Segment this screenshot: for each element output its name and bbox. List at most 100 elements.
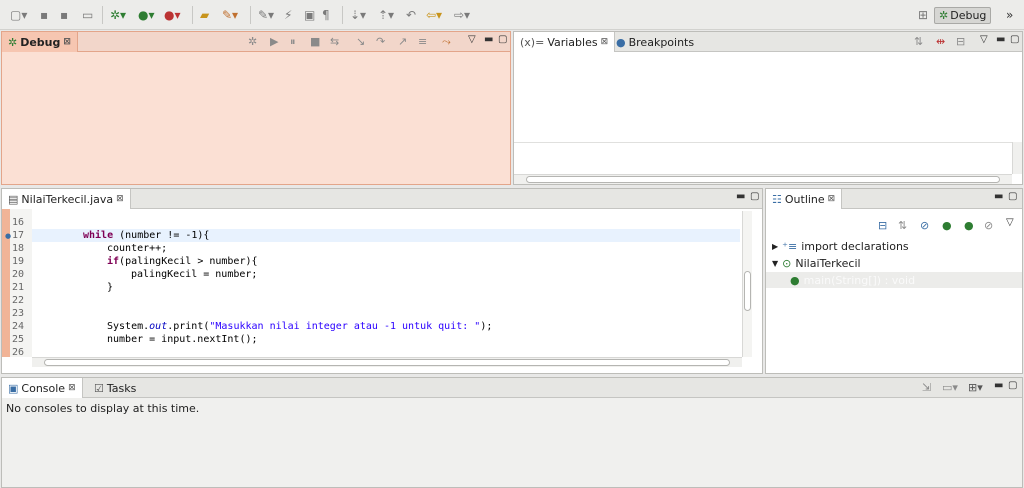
tab-console[interactable]: ▣ Console ⊠	[2, 378, 83, 398]
tasks-icon: ☑	[94, 381, 104, 395]
terminate-icon[interactable]: ■	[310, 35, 320, 48]
tab-variables[interactable]: (x)= Variables ⊠	[514, 32, 616, 52]
open-console-icon[interactable]: ⊞▾	[968, 381, 983, 394]
save-icon[interactable]: ▪	[40, 7, 48, 23]
new-icon[interactable]: ▢▾	[10, 7, 27, 23]
close-icon[interactable]: ⊠	[116, 194, 124, 204]
hide-nonpublic-icon[interactable]: ●	[964, 219, 974, 232]
code-line-20[interactable]: palingKecil = number;	[131, 269, 257, 280]
code-line-17[interactable]: while (number != -1){	[83, 230, 209, 241]
tab-outline[interactable]: ☷ Outline ⊠	[766, 189, 843, 209]
tab-breakpoints[interactable]: ● Breakpoints	[610, 32, 700, 52]
code-line-21[interactable]: }	[107, 282, 113, 293]
method-icon: ●	[790, 273, 800, 287]
line-number: 19	[12, 256, 25, 267]
line-number: 21	[12, 282, 25, 293]
hide-fields-icon[interactable]: ⊘	[920, 219, 929, 232]
maximize-icon[interactable]: ▢	[498, 34, 507, 45]
collapse-arrow-icon[interactable]: ▼	[772, 259, 778, 268]
close-icon[interactable]: ⊠	[63, 37, 71, 47]
step-return-icon[interactable]: ↗	[398, 35, 407, 48]
editor-hscroll[interactable]	[32, 357, 742, 367]
view-menu-icon[interactable]: ▽	[468, 34, 476, 45]
variables-icon: (x)=	[520, 35, 545, 49]
hide-static-icon[interactable]: ●	[942, 219, 952, 232]
class-icon: ⊙	[782, 256, 792, 270]
close-icon[interactable]: ⊠	[601, 37, 609, 47]
run-icon[interactable]: ●▾	[138, 7, 155, 23]
step-into-icon[interactable]: ↘	[356, 35, 365, 48]
external-tools-icon[interactable]: ●▾	[164, 7, 181, 23]
use-step-filters-icon[interactable]: ⤳	[442, 35, 451, 49]
pin-icon[interactable]: ⚡	[284, 7, 292, 23]
remove-terminated-icon[interactable]: ✲	[248, 35, 257, 48]
tab-tasks[interactable]: ☑ Tasks	[88, 378, 142, 398]
code-line-19[interactable]: if(palingKecil > number){	[107, 256, 258, 267]
breakpoint-icon[interactable]: ●	[5, 232, 11, 240]
minimize-icon[interactable]: ▬	[996, 34, 1005, 45]
show-logical-structure-icon[interactable]: ⇹	[936, 35, 945, 48]
forward-icon[interactable]: ⇨▾	[454, 7, 470, 23]
resume-icon[interactable]: ▶	[270, 35, 278, 48]
last-edit-icon[interactable]: ↶	[406, 7, 416, 23]
imports-icon: ⁺≡	[782, 239, 798, 253]
close-icon[interactable]: ⊠	[68, 383, 76, 393]
expand-arrow-icon[interactable]: ▶	[772, 242, 778, 251]
outline-view: ☷ Outline ⊠ ▬ ▢ ⊟ ⇅ ⊘ ● ● ⊘ ▽ ▶ ⁺≡ impor…	[765, 188, 1023, 374]
debug-perspective-button[interactable]: ✲ Debug	[934, 6, 992, 24]
show-whitespace-icon[interactable]: ¶	[322, 7, 330, 23]
step-over-icon[interactable]: ↷	[376, 35, 385, 48]
maximize-icon[interactable]: ▢	[1010, 34, 1019, 45]
collapse-all-icon[interactable]: ⊟	[878, 219, 887, 232]
disconnect-icon[interactable]: ⇆	[330, 35, 339, 48]
next-annotation-icon[interactable]: ⇣▾	[350, 7, 366, 23]
code-line-25[interactable]: number = input.nextInt();	[107, 334, 258, 345]
block-icon[interactable]: ▣	[304, 7, 315, 23]
collapse-all-icon[interactable]: ⊟	[956, 35, 965, 48]
hide-local-types-icon[interactable]: ⊘	[984, 219, 993, 232]
maximize-icon[interactable]: ▢	[1008, 191, 1017, 202]
maximize-icon[interactable]: ▢	[1008, 380, 1017, 391]
variables-vscroll[interactable]	[1012, 142, 1022, 174]
code-line-18[interactable]: counter++;	[107, 243, 167, 254]
show-type-names-icon[interactable]: ⇅	[914, 35, 923, 48]
editor-vscroll[interactable]	[742, 211, 752, 357]
console-empty-message: No consoles to display at this time.	[6, 402, 200, 415]
back-icon[interactable]: ⇦▾	[426, 7, 442, 23]
line-number: 25	[12, 334, 25, 345]
print-icon[interactable]: ▭	[82, 7, 93, 23]
maximize-icon[interactable]: ▢	[750, 191, 759, 202]
view-menu-icon[interactable]: ▽	[980, 34, 988, 45]
minimize-icon[interactable]: ▬	[994, 191, 1003, 202]
open-folder-icon[interactable]: ▰	[200, 7, 209, 23]
tab-debug[interactable]: ✲ Debug ⊠	[2, 32, 78, 52]
minimize-icon[interactable]: ▬	[994, 380, 1003, 391]
outline-item-method[interactable]: ● main(String[]) : void	[790, 272, 915, 288]
overflow-chevron-icon[interactable]: »	[1006, 7, 1013, 23]
minimize-icon[interactable]: ▬	[484, 34, 493, 45]
outline-item-class[interactable]: ▼ ⊙ NilaiTerkecil	[772, 255, 861, 271]
tab-editor-file[interactable]: ▤ NilaiTerkecil.java ⊠	[2, 189, 131, 209]
brush-icon[interactable]: ✎▾	[222, 7, 238, 23]
line-number: 16	[12, 217, 25, 228]
save-all-icon[interactable]: ▪	[60, 7, 68, 23]
suspend-icon[interactable]: ⏸	[290, 35, 296, 49]
outline-item-imports[interactable]: ▶ ⁺≡ import declarations	[772, 238, 909, 254]
code-line-24[interactable]: System.out.print("Masukkan nilai integer…	[107, 321, 492, 332]
variables-hscroll[interactable]	[514, 174, 1012, 184]
drop-to-frame-icon[interactable]: ≡	[418, 35, 427, 48]
line-number: 18	[12, 243, 25, 254]
pin-console-icon[interactable]: ⇲	[922, 381, 931, 394]
debug-run-icon[interactable]: ✲▾	[110, 7, 126, 23]
sort-icon[interactable]: ⇅	[898, 219, 907, 232]
open-perspective-icon[interactable]: ⊞	[918, 7, 928, 23]
console-icon: ▣	[8, 381, 19, 395]
view-menu-icon[interactable]: ▽	[1006, 217, 1014, 228]
toggle-annotation-icon[interactable]: ✎▾	[258, 7, 274, 23]
minimize-icon[interactable]: ▬	[736, 191, 745, 202]
breakpoints-icon: ●	[616, 35, 626, 49]
display-console-icon[interactable]: ▭▾	[942, 381, 958, 394]
close-icon[interactable]: ⊠	[828, 194, 836, 204]
bug-icon: ✲	[8, 35, 18, 49]
prev-annotation-icon[interactable]: ⇡▾	[378, 7, 394, 23]
